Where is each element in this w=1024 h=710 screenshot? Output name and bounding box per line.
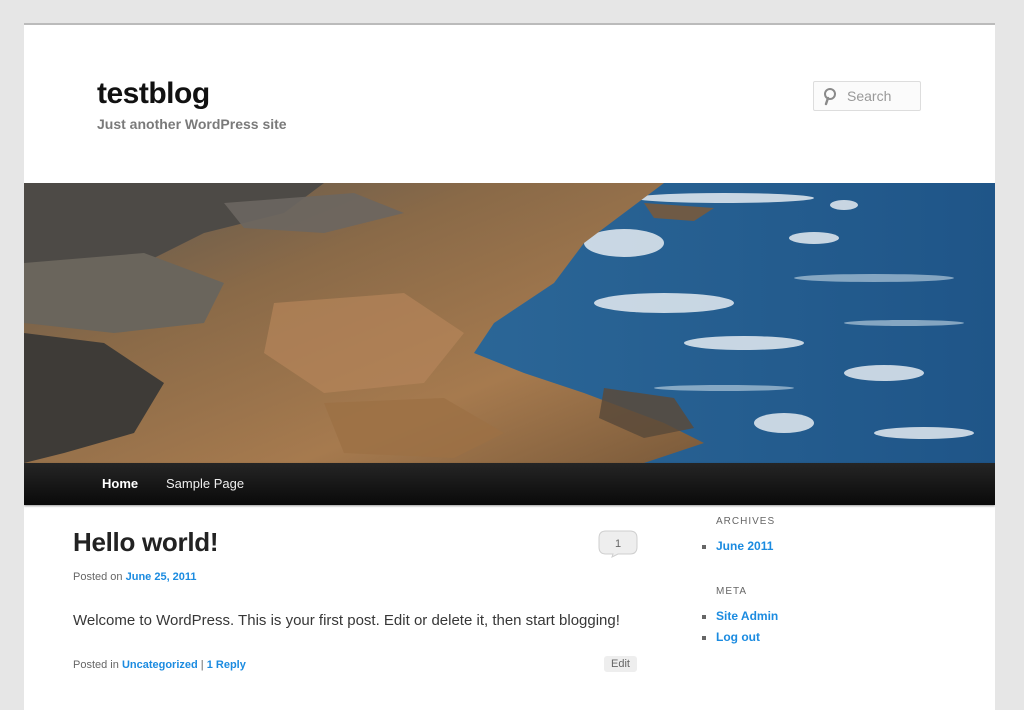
site-header: testblog Just another WordPress site	[24, 25, 995, 185]
site-title[interactable]: testblog	[97, 77, 210, 111]
nav-item-home[interactable]: Home	[102, 463, 138, 505]
category-link[interactable]: Uncategorized	[122, 659, 198, 671]
search-icon	[824, 88, 836, 106]
meta-widget-title: META	[716, 586, 748, 597]
footer-separator: |	[200, 659, 204, 671]
nav-item-sample-page[interactable]: Sample Page	[166, 463, 244, 505]
post-date-link[interactable]: June 25, 2011	[126, 571, 197, 583]
archives-list: June 2011	[702, 536, 773, 557]
posted-in-label: Posted in	[73, 659, 119, 671]
post-meta: Posted on June 25, 2011	[73, 571, 197, 583]
main-navigation: Home Sample Page	[24, 463, 995, 505]
posted-on-label: Posted on	[73, 571, 123, 583]
page: testblog Just another WordPress site Sea…	[24, 23, 995, 710]
header-image	[24, 183, 995, 463]
edit-button[interactable]: Edit	[604, 656, 637, 672]
search-form	[813, 81, 921, 111]
comment-count[interactable]: 1	[598, 530, 638, 558]
post-title[interactable]: Hello world!	[73, 527, 218, 558]
meta-list: Site Admin Log out	[702, 606, 778, 648]
list-item: Log out	[716, 627, 778, 648]
site-description: Just another WordPress site	[97, 116, 287, 132]
reply-link[interactable]: 1 Reply	[207, 659, 246, 671]
list-item: June 2011	[716, 536, 773, 557]
list-item: Site Admin	[716, 606, 778, 627]
post-footer: Posted in Uncategorized | 1 Reply	[73, 659, 246, 671]
archive-link-june-2011[interactable]: June 2011	[716, 539, 773, 553]
archives-widget-title: ARCHIVES	[716, 516, 776, 527]
post-content: Welcome to WordPress. This is your first…	[73, 612, 620, 629]
search-input[interactable]	[843, 88, 917, 104]
log-out-link[interactable]: Log out	[716, 630, 760, 644]
site-admin-link[interactable]: Site Admin	[716, 609, 778, 623]
